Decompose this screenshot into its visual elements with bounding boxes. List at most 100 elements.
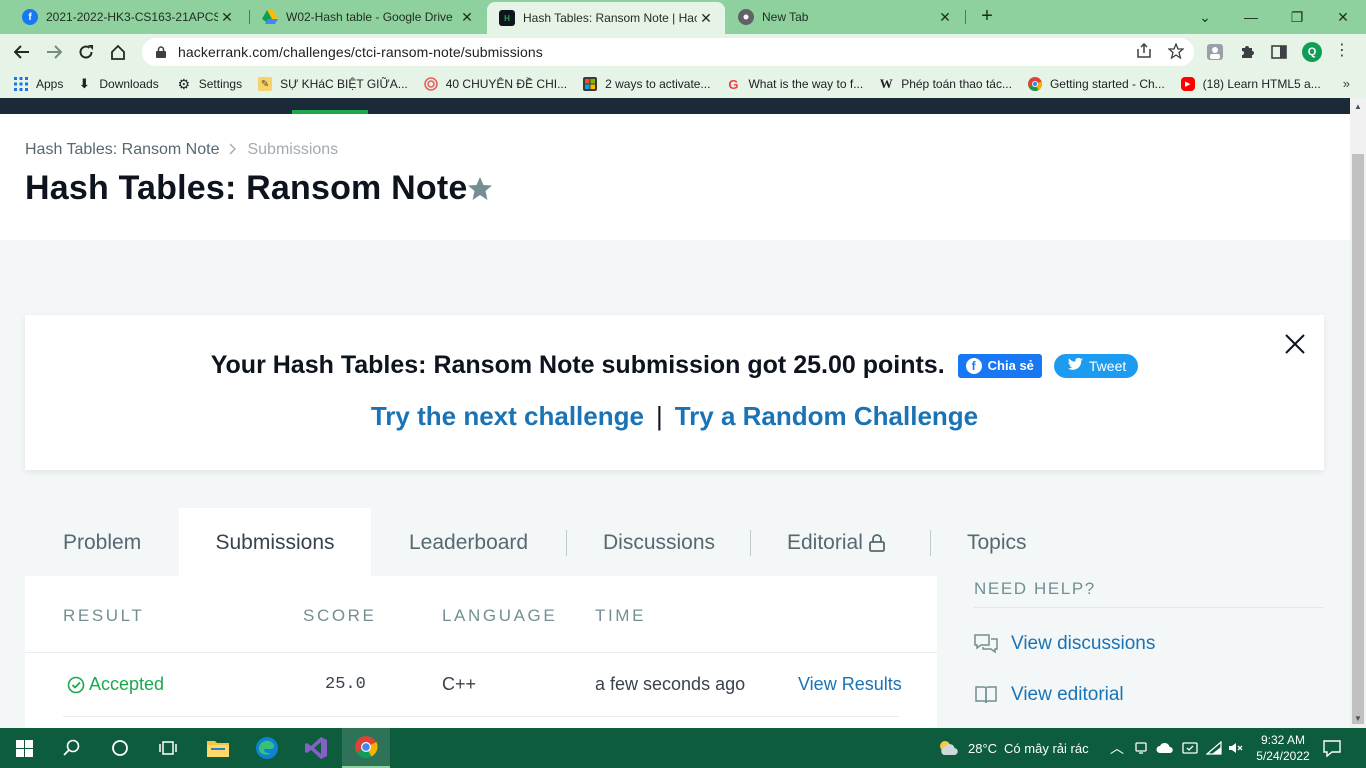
restore-icon[interactable]: ❐ — [1274, 0, 1320, 34]
browser-tab[interactable]: W02-Hash table - Google Drive ✕ — [250, 0, 486, 34]
tab-divider — [965, 10, 966, 24]
weather-description: Có mây rải rác — [1004, 740, 1089, 756]
scroll-up-icon[interactable]: ▲ — [1354, 102, 1362, 111]
site-top-nav — [0, 98, 1350, 114]
bookmark-item[interactable]: 40 CHUYÊN ĐỀ CHI... — [423, 77, 568, 91]
bookmark-item[interactable]: W Phép toán thao tác... — [879, 76, 1012, 91]
bookmark-item[interactable]: G What is the way to f... — [726, 77, 863, 92]
close-tab-icon[interactable]: ✕ — [697, 10, 715, 27]
system-clock[interactable]: 9:32 AM 5/24/2022 — [1252, 732, 1314, 764]
volume-muted-icon[interactable] — [1228, 728, 1244, 768]
weather-widget[interactable]: 28°C Có mây rải rác — [936, 728, 1089, 768]
security-icon[interactable] — [1182, 728, 1198, 768]
bookmark-apps[interactable]: Apps — [14, 77, 63, 91]
close-tab-icon[interactable]: ✕ — [218, 9, 236, 26]
search-icon[interactable] — [48, 728, 96, 768]
extension-icon[interactable] — [1206, 43, 1224, 61]
bookmark-item[interactable]: ✎ SỰ KHáC BIỆT GIỮA... — [258, 77, 408, 91]
bookmark-item[interactable]: Getting started - Ch... — [1027, 77, 1165, 91]
view-results-link[interactable]: View Results — [798, 674, 902, 695]
windows-start-icon[interactable] — [0, 728, 48, 768]
bookmark-label: 2 ways to activate... — [605, 77, 711, 91]
close-icon[interactable] — [1284, 333, 1306, 355]
browser-tab-active[interactable]: H Hash Tables: Ransom Note | Hack ✕ — [487, 2, 725, 34]
new-tab-button[interactable]: + — [976, 5, 998, 27]
chrome-taskbar-icon[interactable] — [342, 728, 390, 768]
reload-icon[interactable] — [74, 40, 98, 64]
bookmark-label: Getting started - Ch... — [1049, 77, 1165, 91]
tweet-button[interactable]: Tweet — [1053, 353, 1139, 378]
tab-leaderboard[interactable]: Leaderboard — [409, 508, 528, 578]
forward-icon[interactable] — [42, 40, 66, 64]
bookmark-label: Downloads — [99, 77, 159, 91]
profile-avatar[interactable]: Q — [1302, 42, 1322, 62]
tab-divider — [930, 530, 931, 556]
discussion-icon — [974, 634, 998, 654]
bookmarks-bar: Apps ⬇ Downloads ⚙ Settings ✎ SỰ KHáC BI… — [0, 70, 1366, 98]
random-challenge-link[interactable]: Try a Random Challenge — [675, 401, 978, 432]
home-icon[interactable] — [106, 40, 130, 64]
tab-topics[interactable]: Topics — [967, 508, 1027, 578]
column-header-result: RESULT — [63, 606, 145, 625]
target-icon — [423, 77, 438, 91]
side-panel-icon[interactable] — [1270, 43, 1288, 61]
close-tab-icon[interactable]: ✕ — [458, 9, 476, 26]
task-view-icon[interactable] — [144, 728, 192, 768]
facebook-icon: f — [965, 357, 982, 374]
window-controls: ⌄ — ❐ ✕ — [1182, 0, 1366, 34]
help-item-label: View discussions — [1011, 633, 1156, 654]
breadcrumb-challenge-link[interactable]: Hash Tables: Ransom Note — [25, 141, 219, 159]
minimize-icon[interactable]: — — [1228, 0, 1274, 34]
browser-toolbar: hackerrank.com/challenges/ctci-ransom-no… — [0, 34, 1366, 70]
onedrive-icon[interactable] — [1156, 728, 1174, 768]
browser-tab[interactable]: New Tab ✕ — [726, 0, 964, 34]
tab-discussions[interactable]: Discussions — [603, 508, 715, 578]
scroll-down-icon[interactable]: ▼ — [1354, 714, 1362, 723]
visual-studio-icon[interactable] — [292, 728, 340, 768]
edge-icon[interactable] — [243, 728, 291, 768]
tab-problem[interactable]: Problem — [63, 508, 141, 578]
tab-search-icon[interactable]: ⌄ — [1182, 0, 1228, 34]
next-challenge-link[interactable]: Try the next challenge — [371, 401, 644, 432]
url-text: hackerrank.com/challenges/ctci-ransom-no… — [178, 44, 543, 60]
view-editorial-link[interactable]: View editorial — [974, 684, 1124, 706]
cortana-icon[interactable] — [96, 728, 144, 768]
bookmark-star-icon[interactable] — [466, 175, 494, 203]
share-icon[interactable] — [1136, 42, 1152, 63]
banner-links: Try the next challenge | Try a Random Ch… — [25, 401, 1324, 432]
back-icon[interactable] — [10, 40, 34, 64]
tab-divider — [750, 530, 751, 556]
breadcrumb: Hash Tables: Ransom Note Submissions — [25, 141, 338, 159]
chevron-right-icon — [229, 142, 237, 158]
submission-result-banner: Your Hash Tables: Ransom Note submission… — [25, 315, 1324, 470]
bookmarks-overflow-icon[interactable]: » — [1343, 76, 1350, 91]
device-icon[interactable] — [1134, 728, 1148, 768]
lock-icon[interactable] — [156, 46, 166, 58]
file-explorer-icon[interactable] — [194, 728, 242, 768]
show-hidden-icons[interactable]: ︿ — [1110, 728, 1124, 768]
close-tab-icon[interactable]: ✕ — [936, 9, 954, 26]
scrollbar-thumb[interactable] — [1352, 154, 1364, 724]
wifi-icon[interactable] — [1206, 728, 1222, 768]
bookmark-item[interactable]: 2 ways to activate... — [583, 77, 710, 91]
more-menu-icon[interactable]: ⋮ — [1334, 42, 1350, 60]
bookmark-label: 40 CHUYÊN ĐỀ CHI... — [445, 77, 568, 91]
need-help-panel: NEED HELP? View discussions View editori… — [974, 578, 1324, 705]
view-discussions-link[interactable]: View discussions — [974, 633, 1155, 655]
gear-icon: ⚙ — [177, 75, 191, 92]
notification-center-icon[interactable] — [1322, 728, 1342, 768]
close-window-icon[interactable]: ✕ — [1320, 0, 1366, 34]
browser-tab[interactable]: f 2021-2022-HK3-CS163-21APCS | ✕ — [10, 0, 246, 34]
score-message: Your Hash Tables: Ransom Note submission… — [210, 351, 945, 379]
bookmark-item[interactable]: ▶ (18) Learn HTML5 a... — [1180, 77, 1321, 91]
bookmark-settings[interactable]: ⚙ Settings — [177, 75, 242, 92]
facebook-share-button[interactable]: f Chia sẻ — [957, 353, 1042, 378]
tab-editorial[interactable]: Editorial — [787, 508, 885, 578]
tab-submissions[interactable]: Submissions — [179, 508, 371, 578]
bookmark-downloads[interactable]: ⬇ Downloads — [77, 76, 159, 91]
puzzle-extensions-icon[interactable] — [1238, 43, 1256, 61]
bookmark-star-icon[interactable] — [1167, 42, 1185, 63]
address-bar[interactable]: hackerrank.com/challenges/ctci-ransom-no… — [142, 38, 1194, 66]
page-viewport: Hash Tables: Ransom Note Submissions Has… — [0, 98, 1350, 728]
page-scrollbar[interactable]: ▲ ▼ — [1350, 98, 1366, 728]
